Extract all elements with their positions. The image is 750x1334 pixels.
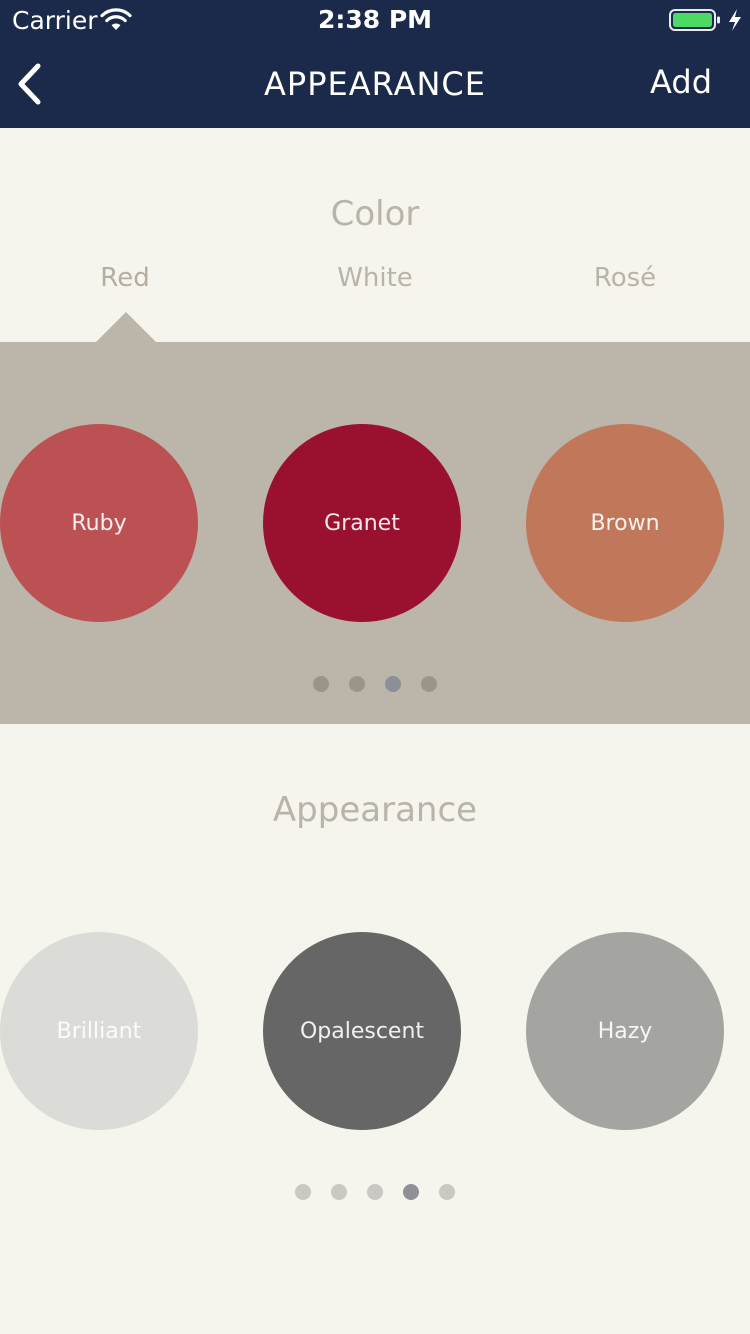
page-dot[interactable] bbox=[439, 1184, 455, 1200]
charging-bolt-icon bbox=[729, 9, 741, 31]
swatch-hazy[interactable]: Hazy bbox=[526, 932, 724, 1130]
page-dot[interactable] bbox=[331, 1184, 347, 1200]
appearance-page-indicator[interactable] bbox=[0, 1184, 750, 1200]
tab-red[interactable]: Red bbox=[0, 260, 250, 296]
swatch-granet[interactable]: Granet bbox=[263, 424, 461, 622]
swatch-label: Granet bbox=[324, 510, 400, 536]
swatch-label: Brilliant bbox=[56, 1018, 142, 1044]
color-heading: Color bbox=[330, 194, 420, 234]
tab-rose[interactable]: Rosé bbox=[500, 260, 750, 296]
page-dot[interactable] bbox=[295, 1184, 311, 1200]
swatch-brilliant[interactable]: Brilliant bbox=[0, 932, 198, 1130]
page-dot-active[interactable] bbox=[403, 1184, 419, 1200]
swatch-label: Ruby bbox=[71, 510, 127, 536]
page-dot[interactable] bbox=[421, 676, 437, 692]
selected-tab-indicator bbox=[96, 312, 156, 342]
status-time: 2:38 PM bbox=[317, 5, 433, 34]
page-dot-active[interactable] bbox=[385, 676, 401, 692]
swatch-brown[interactable]: Brown bbox=[526, 424, 724, 622]
add-button[interactable]: Add bbox=[650, 62, 712, 102]
color-swatch-panel: Ruby Granet Brown bbox=[0, 342, 750, 724]
page-dot[interactable] bbox=[367, 1184, 383, 1200]
page-dot[interactable] bbox=[349, 676, 365, 692]
battery-icon bbox=[669, 9, 720, 31]
swatch-label: Opalescent bbox=[299, 1018, 425, 1044]
appearance-heading: Appearance bbox=[272, 790, 478, 830]
swatch-label: Brown bbox=[590, 510, 660, 536]
swatch-ruby[interactable]: Ruby bbox=[0, 424, 198, 622]
page-dot[interactable] bbox=[313, 676, 329, 692]
color-page-indicator[interactable] bbox=[0, 676, 750, 692]
swatch-opalescent[interactable]: Opalescent bbox=[263, 932, 461, 1130]
page-title: APPEARANCE bbox=[264, 65, 486, 103]
swatch-label: Hazy bbox=[597, 1018, 653, 1044]
tab-white[interactable]: White bbox=[250, 260, 500, 296]
navigation-bar: Carrier 2:38 PM APPEARANCE Add bbox=[0, 0, 750, 128]
